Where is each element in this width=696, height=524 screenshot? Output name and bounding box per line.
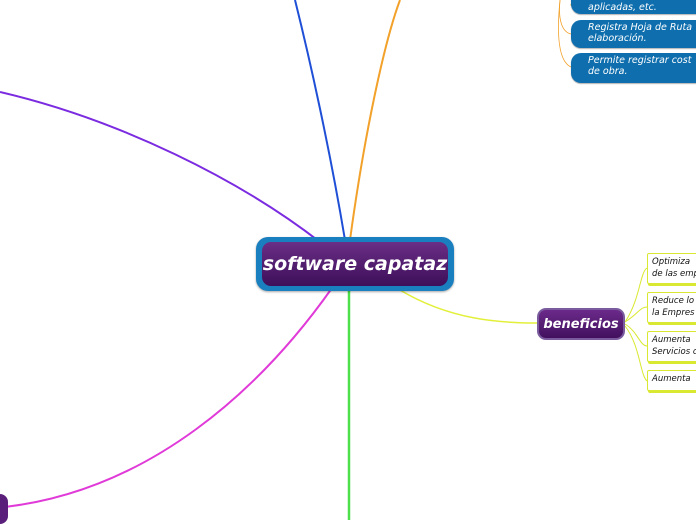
connector-violet: [0, 91, 321, 243]
yellow-note-aumenta[interactable]: Aumenta: [647, 370, 696, 391]
central-topic-node[interactable]: software capataz: [256, 237, 454, 291]
connector-orange: [349, 0, 401, 241]
blue-note-hoja-de-ruta[interactable]: Registra Hoja de Ruta elaboración.: [571, 20, 696, 48]
connector-notes-2: [559, 0, 572, 35]
central-topic-label: software capataz: [262, 242, 448, 286]
yellow-note-reduce[interactable]: Reduce lo la Empres: [647, 292, 696, 323]
connector-beneficios-3: [624, 323, 648, 347]
blue-note-aplicadas[interactable]: aplicadas, etc.: [571, 0, 696, 14]
connector-magenta: [4, 287, 333, 508]
connector-beneficios-2: [624, 306, 648, 323]
connector-blue: [294, 0, 346, 241]
beneficios-label: beneficios: [539, 310, 623, 338]
blue-note-costos-obra[interactable]: Permite registrar cost de obra.: [571, 53, 696, 83]
yellow-note-aumenta-servicios[interactable]: Aumenta Servicios c: [647, 331, 696, 362]
connector-yellow: [399, 289, 538, 324]
beneficios-node[interactable]: beneficios: [537, 308, 625, 340]
yellow-note-optimiza[interactable]: Optimiza de las emp: [647, 253, 696, 284]
